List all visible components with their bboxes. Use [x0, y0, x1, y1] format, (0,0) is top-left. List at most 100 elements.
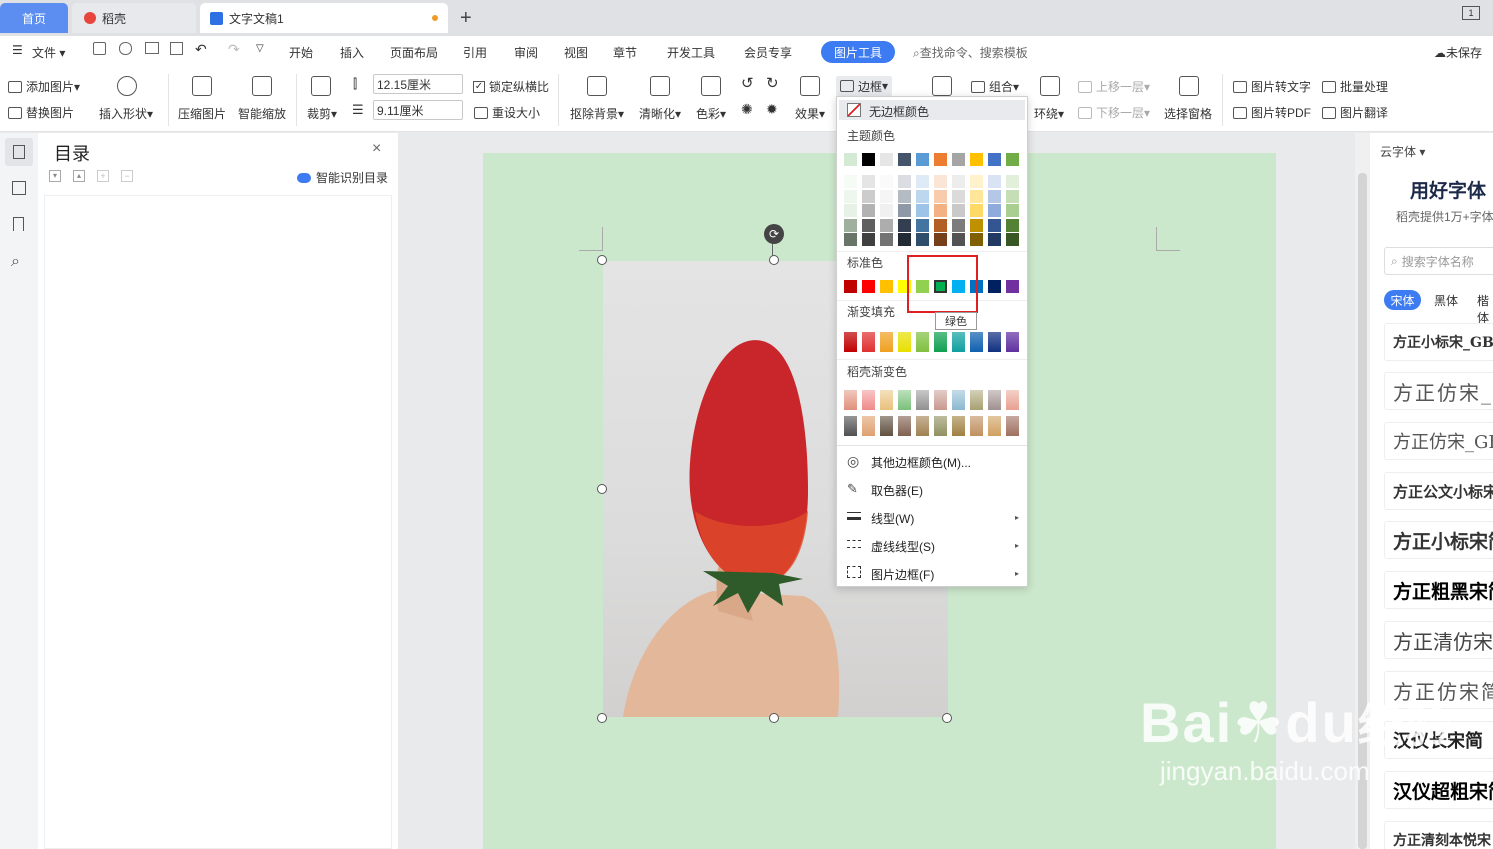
brightness-down-icon[interactable]: ✺ — [741, 101, 753, 118]
daoke-gradient-swatch[interactable] — [844, 390, 857, 410]
color-button[interactable]: 色彩 ▾ — [696, 105, 726, 122]
dash-style-item[interactable]: 虚线线型(S) — [871, 538, 935, 555]
picture-translate-button[interactable]: 图片翻译 — [1322, 104, 1388, 121]
menu-picture-tools[interactable]: 图片工具 — [821, 41, 895, 63]
theme-color-swatch[interactable] — [880, 153, 893, 166]
theme-shade-swatch[interactable] — [970, 233, 983, 246]
font-search-input[interactable]: ⌕ 搜索字体名称 — [1384, 247, 1493, 275]
theme-shade-swatch[interactable] — [916, 189, 929, 203]
theme-color-swatch[interactable] — [844, 153, 857, 166]
theme-shade-swatch[interactable] — [844, 204, 857, 217]
daoke-gradient-swatch[interactable] — [862, 390, 875, 410]
gradient-swatch[interactable] — [916, 332, 929, 352]
height-input[interactable]: 9.11厘米 — [373, 100, 463, 120]
rotate-left-icon[interactable]: ↺ — [741, 74, 754, 92]
theme-color-swatch[interactable] — [952, 153, 965, 166]
daoke-gradient-swatch[interactable] — [1006, 416, 1019, 436]
tab-home[interactable]: 首页 — [0, 3, 68, 33]
tab-document[interactable]: 文字文稿1 — [200, 3, 448, 33]
daoke-gradient-swatch[interactable] — [988, 416, 1001, 436]
daoke-gradient-swatch[interactable] — [988, 390, 1001, 410]
theme-shade-swatch[interactable] — [952, 204, 965, 217]
window-count-icon[interactable]: 1 — [1462, 6, 1480, 20]
new-tab-plus-icon[interactable]: + — [460, 7, 472, 30]
theme-shade-swatch[interactable] — [916, 233, 929, 246]
font-item[interactable]: 方正小标宋_GBK — [1384, 323, 1493, 361]
hamburger-icon[interactable]: ☰ — [12, 43, 23, 57]
border-button[interactable]: 边框 ▾ — [836, 76, 893, 96]
cloud-fonts-dropdown[interactable]: 云字体 ▾ — [1380, 143, 1425, 160]
theme-shade-swatch[interactable] — [952, 189, 965, 203]
theme-shade-swatch[interactable] — [934, 218, 947, 232]
daoke-gradient-swatch[interactable] — [1006, 390, 1019, 410]
theme-shade-swatch[interactable] — [970, 189, 983, 203]
theme-shade-swatch[interactable] — [988, 218, 1001, 232]
theme-shade-swatch[interactable] — [952, 175, 965, 188]
theme-shade-swatch[interactable] — [862, 175, 875, 188]
selection-pane-button[interactable]: 选择窗格 — [1164, 105, 1212, 122]
undo-icon[interactable]: ↶ — [195, 41, 207, 58]
theme-color-swatch[interactable] — [1006, 153, 1019, 166]
standard-color-swatch[interactable] — [862, 280, 875, 293]
theme-shade-swatch[interactable] — [844, 175, 857, 188]
theme-color-swatch[interactable] — [988, 153, 1001, 166]
theme-shade-swatch[interactable] — [934, 175, 947, 188]
send-backward-button[interactable]: 下移一层 ▾ — [1078, 104, 1150, 121]
close-icon[interactable]: × — [372, 140, 381, 158]
theme-shade-swatch[interactable] — [934, 204, 947, 217]
theme-shade-swatch[interactable] — [880, 189, 893, 203]
gradient-swatch[interactable] — [952, 332, 965, 352]
bring-forward-button[interactable]: 上移一层 ▾ — [1078, 78, 1150, 95]
theme-color-swatch[interactable] — [898, 153, 911, 166]
theme-shade-swatch[interactable] — [880, 233, 893, 246]
theme-shade-swatch[interactable] — [1006, 218, 1019, 232]
gradient-swatch[interactable] — [898, 332, 911, 352]
theme-shade-swatch[interactable] — [898, 233, 911, 246]
no-border-color-item[interactable]: 无边框颜色 — [839, 100, 1025, 120]
daoke-gradient-swatch[interactable] — [898, 390, 911, 410]
menu-section[interactable]: 章节 — [613, 44, 637, 61]
daoke-gradient-swatch[interactable] — [970, 416, 983, 436]
standard-color-swatch[interactable] — [1006, 280, 1019, 293]
theme-shade-swatch[interactable] — [916, 218, 929, 232]
tab-daoke[interactable]: 稻壳 — [72, 3, 196, 33]
navigation-tree-icon[interactable] — [12, 181, 26, 195]
theme-shade-swatch[interactable] — [970, 218, 983, 232]
remove-level-icon[interactable]: − — [121, 170, 133, 182]
theme-shade-swatch[interactable] — [916, 175, 929, 188]
reset-size-button[interactable]: 重设大小 — [474, 104, 540, 121]
gradient-swatch[interactable] — [880, 332, 893, 352]
more-border-colors-item[interactable]: 其他边框颜色(M)... — [871, 454, 971, 471]
menu-references[interactable]: 引用 — [463, 44, 487, 61]
daoke-gradient-swatch[interactable] — [880, 416, 893, 436]
theme-shade-swatch[interactable] — [880, 175, 893, 188]
bookmark-icon[interactable] — [13, 217, 24, 231]
insert-shape-button[interactable]: 插入形状 ▾ — [99, 105, 153, 122]
file-menu[interactable]: 文件 ▾ — [32, 44, 65, 61]
group-button[interactable]: 组合 ▾ — [971, 78, 1019, 95]
font-item[interactable]: 方正清仿宋简体 — [1384, 621, 1493, 659]
find-search-icon[interactable]: ⌕ — [11, 253, 20, 271]
gradient-swatch[interactable] — [934, 332, 947, 352]
menu-start[interactable]: 开始 — [289, 44, 313, 61]
theme-shade-swatch[interactable] — [952, 233, 965, 246]
menu-page-layout[interactable]: 页面布局 — [390, 44, 438, 61]
daoke-gradient-swatch[interactable] — [916, 416, 929, 436]
print-icon[interactable] — [145, 42, 159, 54]
resize-handle-bottom[interactable] — [769, 713, 779, 723]
resize-handle-bottom-right[interactable] — [942, 713, 952, 723]
menu-view[interactable]: 视图 — [564, 44, 588, 61]
theme-shade-swatch[interactable] — [952, 218, 965, 232]
picture-border-item[interactable]: 图片边框(F) — [871, 566, 934, 583]
theme-shade-swatch[interactable] — [916, 204, 929, 217]
crop-button[interactable]: 裁剪 ▾ — [307, 105, 337, 122]
collapse-all-icon[interactable]: ▾ — [49, 170, 61, 182]
theme-shade-swatch[interactable] — [844, 233, 857, 246]
save-icon[interactable] — [93, 42, 106, 55]
theme-shade-swatch[interactable] — [970, 204, 983, 217]
theme-shade-swatch[interactable] — [1006, 175, 1019, 188]
rail-toc-button[interactable] — [5, 138, 33, 166]
menu-developer[interactable]: 开发工具 — [667, 44, 715, 61]
theme-shade-swatch[interactable] — [862, 233, 875, 246]
picture-to-text-button[interactable]: 图片转文字 — [1233, 78, 1311, 95]
